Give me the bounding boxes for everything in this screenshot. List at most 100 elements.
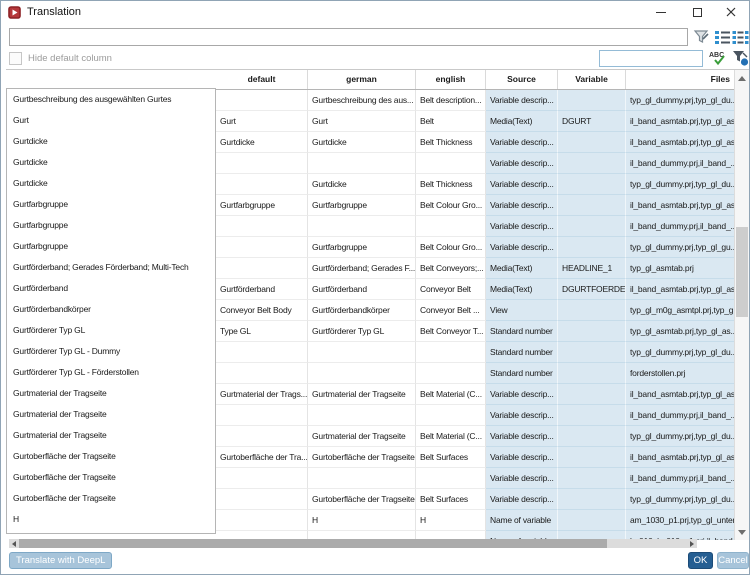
vertical-scroll-thumb[interactable] — [736, 227, 748, 317]
cell-english[interactable]: Belt description... — [416, 90, 486, 111]
cell-default[interactable]: Type GL — [216, 321, 308, 342]
cell-german[interactable]: Gurtdicke — [308, 174, 416, 195]
cell-english[interactable]: Belt Surfaces — [416, 489, 486, 510]
cell-english[interactable]: Belt Colour Gro... — [416, 195, 486, 216]
horizontal-scroll-thumb[interactable] — [19, 539, 607, 548]
row-header[interactable]: Gurtmaterial der Tragseite — [7, 383, 215, 404]
cell-german[interactable]: H — [308, 510, 416, 531]
cell-english[interactable]: Belt Thickness — [416, 174, 486, 195]
cell-english[interactable]: Belt Conveyors;... — [416, 258, 486, 279]
row-header[interactable] — [7, 530, 215, 534]
cell-default[interactable] — [216, 342, 308, 363]
cell-default[interactable] — [216, 153, 308, 174]
row-header[interactable]: Gurtmaterial der Tragseite — [7, 425, 215, 446]
row-header[interactable]: Gurtförderband — [7, 278, 215, 299]
filter-edit-icon[interactable] — [693, 29, 710, 45]
minimize-button[interactable] — [647, 1, 675, 23]
cell-default[interactable] — [216, 405, 308, 426]
row-header[interactable]: Gurtförderband; Gerades Förderband; Mult… — [7, 257, 215, 278]
row-header[interactable]: Gurtförderbandkörper — [7, 299, 215, 320]
row-header[interactable]: Gurtoberfläche der Tragseite — [7, 488, 215, 509]
row-header[interactable]: Gurtfarbgruppe — [7, 236, 215, 257]
cell-english[interactable] — [416, 363, 486, 384]
list-view-icon[interactable] — [714, 29, 731, 45]
search-input[interactable] — [599, 50, 703, 67]
cell-german[interactable] — [308, 405, 416, 426]
cell-default[interactable] — [216, 363, 308, 384]
cell-default[interactable] — [216, 237, 308, 258]
cell-default[interactable]: Gurtoberfläche der Tra... — [216, 447, 308, 468]
cell-german[interactable]: Gurtmaterial der Tragseite — [308, 384, 416, 405]
cell-english[interactable]: H — [416, 510, 486, 531]
row-header[interactable]: Gurtförderer Typ GL - Dummy — [7, 341, 215, 362]
cell-default[interactable]: Gurtförderband — [216, 279, 308, 300]
scroll-up-button[interactable] — [735, 70, 749, 86]
cell-default[interactable]: Gurtmaterial der Trags... — [216, 384, 308, 405]
vertical-scrollbar[interactable] — [734, 70, 749, 540]
row-header[interactable]: Gurtfarbgruppe — [7, 194, 215, 215]
cell-english[interactable] — [416, 216, 486, 237]
cell-english[interactable]: Belt Material (C... — [416, 426, 486, 447]
cell-german[interactable]: Gurtfarbgruppe — [308, 237, 416, 258]
row-header[interactable]: Gurtmaterial der Tragseite — [7, 404, 215, 425]
column-header-source[interactable]: Source — [486, 70, 558, 89]
cell-german[interactable] — [308, 216, 416, 237]
cell-default[interactable] — [216, 489, 308, 510]
cell-default[interactable] — [216, 216, 308, 237]
column-header-english[interactable]: english — [416, 70, 486, 89]
row-header[interactable]: Gurtdicke — [7, 131, 215, 152]
cancel-button[interactable]: Cancel — [717, 552, 749, 569]
cell-english[interactable]: Belt Colour Gro... — [416, 237, 486, 258]
cell-default[interactable] — [216, 90, 308, 111]
cell-german[interactable] — [308, 342, 416, 363]
cell-english[interactable]: Belt Material (C... — [416, 384, 486, 405]
scroll-down-button[interactable] — [735, 524, 749, 540]
scroll-right-button[interactable] — [687, 539, 697, 548]
cell-german[interactable]: Gurtförderer Typ GL — [308, 321, 416, 342]
translate-deepl-button[interactable]: Translate with DeepL — [9, 552, 112, 569]
cell-english[interactable] — [416, 342, 486, 363]
close-button[interactable] — [717, 1, 745, 23]
cell-german[interactable]: Gurtförderband; Gerades F... — [308, 258, 416, 279]
cell-english[interactable]: Conveyor Belt — [416, 279, 486, 300]
cell-english[interactable] — [416, 153, 486, 174]
column-header-files[interactable]: Files — [626, 70, 734, 89]
cell-german[interactable]: Gurtdicke — [308, 132, 416, 153]
cell-default[interactable]: Gurt — [216, 111, 308, 132]
row-header[interactable]: Gurtdicke — [7, 152, 215, 173]
cell-german[interactable]: Gurt — [308, 111, 416, 132]
maximize-button[interactable] — [683, 1, 711, 23]
row-header[interactable]: Gurtoberfläche der Tragseite — [7, 467, 215, 488]
row-header[interactable]: Gurtförderer Typ GL - Förderstollen — [7, 362, 215, 383]
cell-german[interactable]: Gurtförderband — [308, 279, 416, 300]
cell-default[interactable] — [216, 468, 308, 489]
cell-german[interactable] — [308, 363, 416, 384]
cell-german[interactable]: Gurtfarbgruppe — [308, 195, 416, 216]
cell-german[interactable] — [308, 153, 416, 174]
cell-german[interactable]: Gurtbeschreibung des aus... — [308, 90, 416, 111]
list-columns-icon[interactable] — [732, 29, 749, 45]
cell-default[interactable] — [216, 426, 308, 447]
cell-english[interactable]: Belt Surfaces — [416, 447, 486, 468]
column-header-variable[interactable]: Variable — [558, 70, 626, 89]
row-header[interactable]: Gurtbeschreibung des ausgewählten Gurtes — [7, 89, 215, 110]
cell-default[interactable]: Gurtdicke — [216, 132, 308, 153]
cell-english[interactable] — [416, 468, 486, 489]
scroll-left-button[interactable] — [9, 539, 19, 548]
cell-default[interactable] — [216, 258, 308, 279]
row-header[interactable]: Gurtoberfläche der Tragseite — [7, 446, 215, 467]
ok-button[interactable]: OK — [688, 552, 713, 569]
cell-german[interactable]: Gurtmaterial der Tragseite — [308, 426, 416, 447]
filter-input[interactable] — [9, 28, 688, 46]
cell-default[interactable]: Gurtfarbgruppe — [216, 195, 308, 216]
cell-german[interactable]: Gurtoberfläche der Tragseite — [308, 489, 416, 510]
cell-german[interactable] — [308, 468, 416, 489]
cell-default[interactable] — [216, 174, 308, 195]
cell-german[interactable]: Gurtförderbandkörper — [308, 300, 416, 321]
cell-english[interactable] — [416, 405, 486, 426]
cell-default[interactable]: Conveyor Belt Body — [216, 300, 308, 321]
spellcheck-icon[interactable]: ABC — [709, 50, 726, 66]
row-header[interactable]: Gurtförderer Typ GL — [7, 320, 215, 341]
horizontal-scrollbar[interactable] — [9, 539, 697, 548]
clear-filter-icon[interactable] — [732, 50, 749, 66]
